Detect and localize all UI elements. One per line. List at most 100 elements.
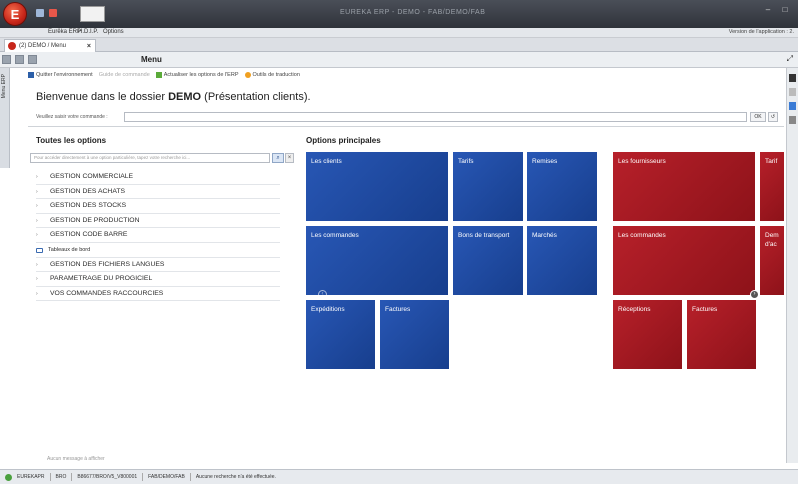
divider (28, 126, 784, 127)
tile-tarifs[interactable]: Tarifs (453, 152, 523, 221)
tile-les-commandes-clients[interactable]: Les commandes (306, 226, 448, 295)
tile-remises[interactable]: Remises (527, 152, 597, 221)
refresh-icon[interactable] (789, 88, 796, 96)
tile-les-commandes-fournisseurs[interactable]: Les commandes (613, 226, 755, 295)
guide-action-label: Guide de commande (98, 72, 150, 78)
clear-command-icon[interactable]: ↺ (768, 112, 778, 122)
options-tree: › GESTION COMMERCIALE › GESTION DES ACHATS… (36, 170, 280, 302)
document-tabs: (2) DEMO / Menu × (0, 38, 798, 52)
expand-arrow-icon: › (36, 188, 38, 195)
tab-label: (2) DEMO / Menu (19, 43, 67, 49)
toolbar: Menu ⤢ (0, 52, 798, 68)
tree-item-gestion-code-barre[interactable]: › GESTION CODE BARRE (36, 228, 280, 243)
ok-button[interactable]: OK (750, 112, 766, 122)
title-bar: E EUREKA ERP - DEMO - FAB/DEMO/FAB – □ (0, 0, 798, 28)
tree-item-label: GESTION DES STOCKS (50, 202, 127, 210)
status-code: BRO (55, 474, 67, 480)
messages-empty: Aucun message à afficher (47, 456, 105, 462)
tree-item-label: PARAMETRAGE DU PROGICIEL (50, 275, 153, 283)
status-company: EUREKAPR (17, 474, 45, 480)
dashboard-icon (36, 247, 43, 253)
expand-arrow-icon: › (36, 217, 38, 224)
tree-item-label: Tableaux de bord (48, 246, 91, 253)
scroll-left-icon[interactable]: ‹ (318, 290, 327, 299)
app-menu-button[interactable]: E (3, 2, 27, 26)
grid-icon[interactable] (15, 55, 24, 64)
tree-item-label: GESTION DES ACHATS (50, 187, 126, 195)
tiles-area: Les clients Tarifs Remises Les commandes… (306, 152, 784, 448)
search-icon[interactable]: ⌕ (272, 153, 284, 163)
page-title: Menu (141, 55, 162, 64)
left-side-tab[interactable]: Menu ERP (0, 68, 10, 168)
tree-item-commandes-raccourcies[interactable]: › VOS COMMANDES RACCOURCIES (36, 287, 280, 302)
main-options-title: Options principales (306, 136, 381, 145)
tree-item-label: GESTION DE PRODUCTION (50, 216, 140, 224)
tile-factures-fournisseurs[interactable]: Factures (687, 300, 756, 369)
tile-tarif-fournisseurs[interactable]: Tarif (760, 152, 784, 221)
list-icon[interactable] (28, 55, 37, 64)
tile-factures-clients[interactable]: Factures (380, 300, 449, 369)
refresh-options-icon (155, 72, 162, 78)
back-icon[interactable] (2, 55, 11, 64)
tile-marches[interactable]: Marchés (527, 226, 597, 295)
quit-action-label: Quitter l'environnement (36, 72, 93, 78)
tree-item-label: VOS COMMANDES RACCOURCIES (50, 289, 164, 297)
menu-options[interactable]: Options (103, 29, 124, 35)
tile-les-fournisseurs[interactable]: Les fournisseurs (613, 152, 755, 221)
tile-les-clients[interactable]: Les clients (306, 152, 448, 221)
tile-bons-de-transport[interactable]: Bons de transport (453, 226, 523, 295)
clear-search-icon[interactable]: × (285, 153, 294, 163)
info-icon[interactable] (789, 102, 796, 110)
status-path: B86677/BRO/V5_V800001 (77, 474, 138, 480)
folder-name: DEMO (168, 91, 202, 103)
update-action-label: Actualiser les options de l'ERP (163, 72, 239, 78)
expand-arrow-icon: › (36, 276, 38, 283)
tab-demo-menu[interactable]: (2) DEMO / Menu × (4, 39, 96, 52)
tree-item-fichiers-langues[interactable]: › GESTION DES FICHIERS LANGUES (36, 258, 280, 273)
translate-action[interactable]: Outils de traduction (244, 72, 300, 78)
guide-action[interactable]: Guide de commande (99, 72, 150, 78)
action-bar: Quitter l'environnement Guide de command… (28, 72, 300, 78)
menu-hdip[interactable]: H.D.I.P. (78, 29, 98, 35)
window-title: EUREKA ERP - DEMO - FAB/DEMO/FAB (340, 9, 486, 16)
status-separator (142, 473, 144, 481)
tree-item-gestion-commerciale[interactable]: › GESTION COMMERCIALE (36, 170, 280, 185)
version-label: Version de l'application : 2. (728, 29, 794, 35)
right-side-panel (786, 68, 798, 463)
expand-icon[interactable]: ⤢ (787, 54, 793, 64)
tree-item-gestion-achats[interactable]: › GESTION DES ACHATS (36, 185, 280, 200)
tree-item-label: GESTION CODE BARRE (50, 231, 128, 239)
command-input[interactable] (124, 112, 747, 122)
menu-bar: Eurêka ERP H.D.I.P. Options Version de l… (0, 28, 798, 38)
tree-item-label: GESTION DES FICHIERS LANGUES (50, 260, 165, 268)
status-context: FAB/DEMO/FAB (148, 474, 185, 480)
quit-action[interactable]: Quitter l'environnement (28, 72, 93, 78)
close-icon[interactable] (49, 9, 57, 17)
close-tab-icon[interactable]: × (87, 43, 91, 50)
save-icon[interactable] (36, 9, 44, 17)
tile-demandes-achat[interactable]: Dem d'ac (760, 226, 784, 295)
tree-item-parametrage[interactable]: › PARAMETRAGE DU PROGICIEL (36, 272, 280, 287)
tree-item-gestion-production[interactable]: › GESTION DE PRODUCTION (36, 214, 280, 229)
tree-item-label: GESTION COMMERCIALE (50, 173, 134, 180)
tile-expeditions[interactable]: Expéditions (306, 300, 375, 369)
print-icon[interactable] (789, 74, 796, 82)
status-separator (189, 473, 191, 481)
scroll-right-icon[interactable]: › (750, 290, 759, 299)
tile-receptions[interactable]: Réceptions (613, 300, 682, 369)
exit-icon (28, 72, 34, 78)
tree-item-gestion-stocks[interactable]: › GESTION DES STOCKS (36, 199, 280, 214)
welcome-message: Bienvenue dans le dossier DEMO (Présenta… (36, 91, 311, 103)
status-info: Aucune recherche n'a été effectuée. (195, 474, 276, 480)
translate-icon (244, 72, 251, 78)
quick-tab[interactable] (80, 6, 105, 22)
options-search-input[interactable]: Pour accéder directement à une option pa… (30, 153, 270, 163)
update-action[interactable]: Actualiser les options de l'ERP (155, 72, 239, 78)
minimize-button[interactable]: – (760, 4, 776, 16)
tree-item-tableaux-de-bord[interactable]: Tableaux de bord (36, 243, 280, 258)
expand-arrow-icon: › (36, 232, 38, 239)
menu-eureka[interactable]: Eurêka ERP (48, 29, 81, 35)
maximize-button[interactable]: □ (777, 4, 793, 16)
expand-arrow-icon: › (36, 261, 38, 268)
settings-icon[interactable] (789, 116, 796, 124)
